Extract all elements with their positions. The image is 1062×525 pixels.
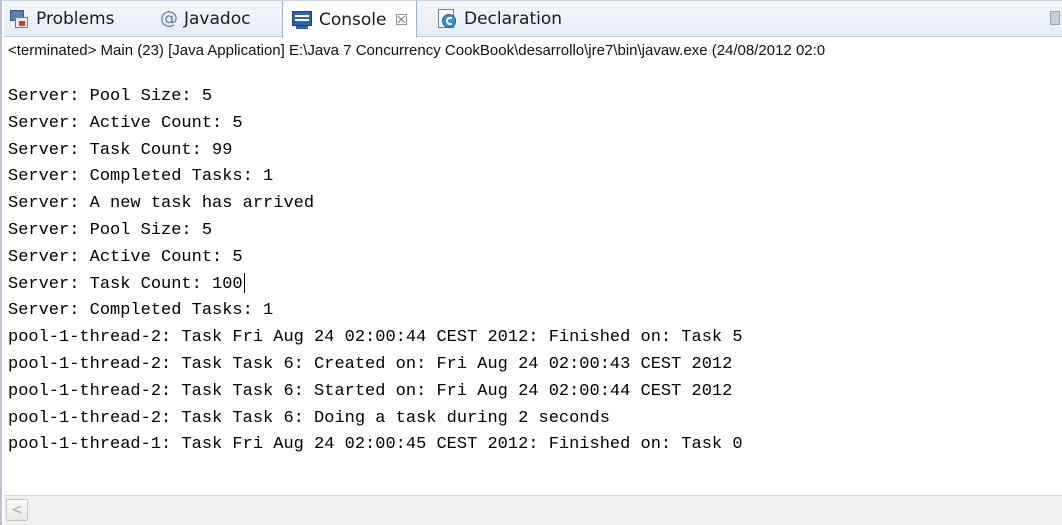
- console-view: Problems @ Javadoc Console ☒ Declaration…: [0, 0, 1062, 525]
- console-line: Server: Completed Tasks: 1: [8, 301, 274, 321]
- process-status: <terminated> Main (23) [Java Application…: [8, 42, 826, 59]
- console-line: pool-1-thread-2: Task Fri Aug 24 02:00:4…: [8, 328, 743, 348]
- console-icon: [291, 9, 313, 31]
- console-line-text: Server: Task Count: 100: [8, 274, 243, 294]
- minimize-button[interactable]: [1050, 11, 1060, 25]
- console-line: Server: Pool Size: 5: [8, 220, 213, 240]
- text-caret: [243, 273, 245, 294]
- console-line: pool-1-thread-1: Task Fri Aug 24 02:00:4…: [8, 435, 743, 455]
- console-line: Server: Active Count: 5: [8, 247, 243, 267]
- tab-problems[interactable]: Problems: [8, 1, 114, 37]
- tab-declaration[interactable]: Declaration: [436, 1, 562, 37]
- console-line: pool-1-thread-2: Task Task 6: Created on…: [8, 354, 733, 374]
- tab-problems-label: Problems: [36, 9, 115, 29]
- scroll-left-button[interactable]: <: [6, 499, 28, 521]
- horizontal-scrollbar[interactable]: <: [4, 495, 1062, 525]
- console-line: pool-1-thread-2: Task Task 6: Doing a ta…: [8, 408, 610, 428]
- tab-javadoc[interactable]: @ Javadoc: [160, 1, 250, 37]
- console-line: Server: Task Count: 99: [8, 140, 233, 160]
- console-line: Server: Active Count: 5: [8, 113, 243, 133]
- view-tab-bar: Problems @ Javadoc Console ☒ Declaration: [4, 1, 1062, 38]
- close-icon[interactable]: ☒: [395, 11, 408, 29]
- console-line: pool-1-thread-2: Task Task 6: Started on…: [8, 381, 733, 401]
- problems-icon: [8, 8, 30, 30]
- console-line: Server: A new task has arrived: [8, 194, 315, 214]
- at-icon: @: [160, 8, 178, 29]
- tab-console-label: Console: [319, 9, 387, 30]
- tab-declaration-label: Declaration: [464, 9, 563, 29]
- console-line: Server: Pool Size: 5: [8, 87, 213, 106]
- tab-console[interactable]: Console ☒: [282, 1, 417, 38]
- console-line-with-caret: Server: Task Count: 100: [8, 272, 1058, 299]
- tab-javadoc-label: Javadoc: [184, 9, 251, 29]
- console-line: Server: Completed Tasks: 1: [8, 167, 274, 187]
- declaration-icon: [436, 8, 458, 30]
- console-output[interactable]: Server: Pool Size: 5 Server: Active Coun…: [8, 84, 1058, 459]
